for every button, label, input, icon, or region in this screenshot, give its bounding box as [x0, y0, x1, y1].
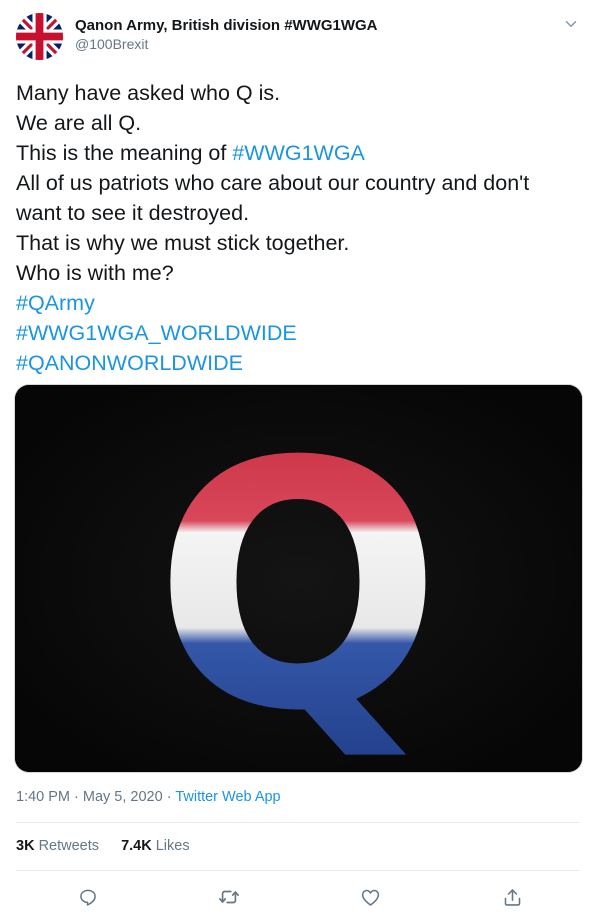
- hashtag-link[interactable]: #QANONWORLDWIDE: [16, 351, 243, 375]
- avatar[interactable]: [16, 13, 63, 60]
- tweet-line: All of us patriots who care about our co…: [16, 168, 586, 198]
- tweet-line: Who is with me?: [16, 258, 586, 288]
- reply-icon[interactable]: [73, 882, 103, 912]
- divider: [16, 870, 580, 871]
- likes-stat[interactable]: 7.4K Likes: [121, 838, 190, 854]
- tweet-text-segment: want to see it destroyed.: [16, 201, 250, 225]
- union-jack-flag-icon: [16, 13, 63, 60]
- tweet-line: #QArmy: [16, 288, 586, 318]
- tweet-text-segment: Many have asked who Q is.: [16, 81, 281, 105]
- tweet-stats: 3K Retweets 7.4K Likes: [16, 838, 208, 854]
- source-link[interactable]: Twitter Web App: [175, 789, 280, 805]
- tweet-line: #WWG1WGA_WORLDWIDE: [16, 318, 586, 348]
- tweet-line: Many have asked who Q is.: [16, 78, 586, 108]
- retweets-stat[interactable]: 3K Retweets: [16, 838, 99, 854]
- likes-label: Likes: [155, 838, 190, 854]
- tweet-text-segment: That is why we must stick together.: [16, 231, 350, 255]
- retweets-label: Retweets: [38, 838, 100, 854]
- tweet-line: That is why we must stick together.: [16, 228, 586, 258]
- hashtag-link[interactable]: #WWG1WGA: [232, 141, 365, 165]
- tweet-line: We are all Q.: [16, 108, 586, 138]
- chevron-down-icon[interactable]: [562, 15, 580, 33]
- hashtag-link[interactable]: #WWG1WGA_WORLDWIDE: [16, 321, 297, 345]
- tweet-meta: 1:40 PM · May 5, 2020 · Twitter Web App: [16, 789, 281, 805]
- tweet-text-segment: This is the meaning of: [16, 141, 233, 165]
- timestamp[interactable]: 1:40 PM · May 5, 2020 ·: [16, 789, 175, 805]
- heart-icon[interactable]: [355, 882, 385, 912]
- tweet-header: Qanon Army, British division #WWG1WGA @1…: [16, 11, 580, 61]
- tweet-text-segment: Who is with me?: [16, 261, 174, 285]
- likes-count: 7.4K: [121, 838, 152, 854]
- tweet-text-segment: All of us patriots who care about our co…: [16, 171, 530, 195]
- retweets-count: 3K: [16, 838, 35, 854]
- action-bar: [0, 882, 596, 912]
- hashtag-link[interactable]: #QArmy: [16, 291, 95, 315]
- tweet-text-segment: We are all Q.: [16, 111, 142, 135]
- tweet-line: want to see it destroyed.: [16, 198, 586, 228]
- divider: [16, 822, 580, 823]
- share-icon[interactable]: [497, 882, 527, 912]
- display-name[interactable]: Qanon Army, British division #WWG1WGA: [75, 17, 378, 34]
- tweet-image[interactable]: Q: [15, 385, 582, 772]
- image-letter: Q: [153, 390, 442, 772]
- tweet-line: This is the meaning of #WWG1WGA: [16, 138, 586, 168]
- tweet-text: Many have asked who Q is. We are all Q. Th…: [16, 78, 586, 378]
- tweet-line: #QANONWORLDWIDE: [16, 348, 586, 378]
- retweet-icon[interactable]: [214, 882, 244, 912]
- user-handle[interactable]: @100Brexit: [75, 36, 148, 52]
